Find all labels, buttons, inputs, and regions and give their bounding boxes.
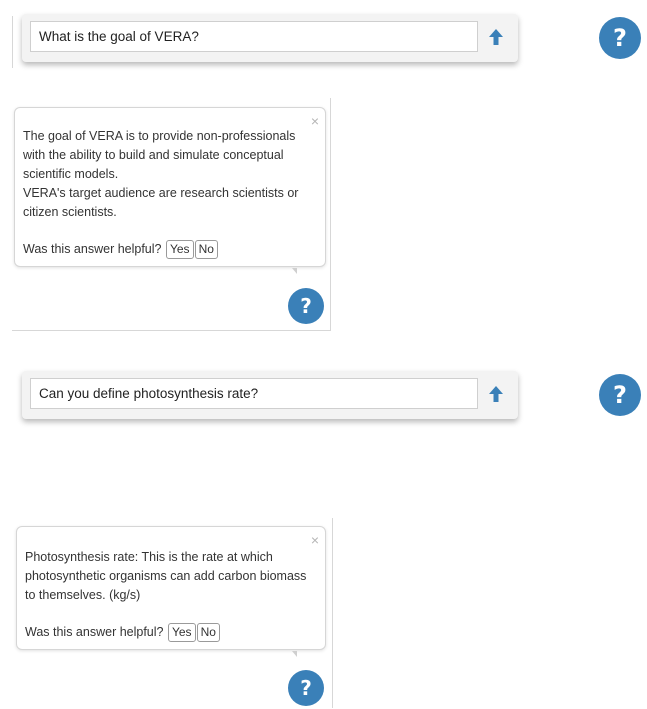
send-button[interactable] [488, 26, 504, 48]
help-button[interactable]: ? [288, 670, 324, 706]
answer-text: Photosynthesis rate: This is the rate at… [25, 548, 313, 605]
answer-line: The goal of VERA is to provide non-profe… [23, 129, 296, 143]
helpful-prompt: Was this answer helpful? [25, 625, 164, 639]
help-button[interactable]: ? [288, 288, 324, 324]
answer-line: with the ability to build and simulate c… [23, 148, 284, 162]
yes-button[interactable]: Yes [165, 240, 194, 259]
answer-popover: × The goal of VERA is to provide non-pro… [14, 107, 326, 267]
answer-line: photosynthetic organisms can add carbon … [25, 569, 307, 583]
help-button[interactable]: ? [599, 17, 641, 59]
question-input[interactable]: Can you define photosynthesis rate? [30, 378, 478, 409]
question-input[interactable]: What is the goal of VERA? [30, 21, 478, 52]
arrow-up-icon [489, 386, 503, 402]
feedback-row: Was this answer helpful? Yes No [23, 240, 218, 259]
frame-edge [12, 16, 13, 68]
answer-line: citizen scientists. [23, 205, 117, 219]
answer-popover: × Photosynthesis rate: This is the rate … [16, 526, 326, 650]
question-bar: What is the goal of VERA? [22, 14, 518, 62]
feedback-row: Was this answer helpful? Yes No [25, 623, 220, 642]
no-button[interactable]: No [194, 240, 218, 259]
help-button[interactable]: ? [599, 374, 641, 416]
question-bar: Can you define photosynthesis rate? [22, 371, 518, 419]
no-button[interactable]: No [196, 623, 220, 642]
answer-text: The goal of VERA is to provide non-profe… [23, 127, 313, 222]
send-button[interactable] [488, 383, 504, 405]
popover-tail [292, 651, 297, 657]
answer-line: Photosynthesis rate: This is the rate at… [25, 550, 273, 564]
helpful-prompt: Was this answer helpful? [23, 242, 162, 256]
arrow-up-icon [489, 29, 503, 45]
answer-line: scientific models. [23, 167, 119, 181]
answer-line: VERA's target audience are research scie… [23, 186, 299, 200]
yes-button[interactable]: Yes [167, 623, 196, 642]
popover-tail [292, 268, 297, 274]
answer-line: to themselves. (kg/s) [25, 588, 141, 602]
